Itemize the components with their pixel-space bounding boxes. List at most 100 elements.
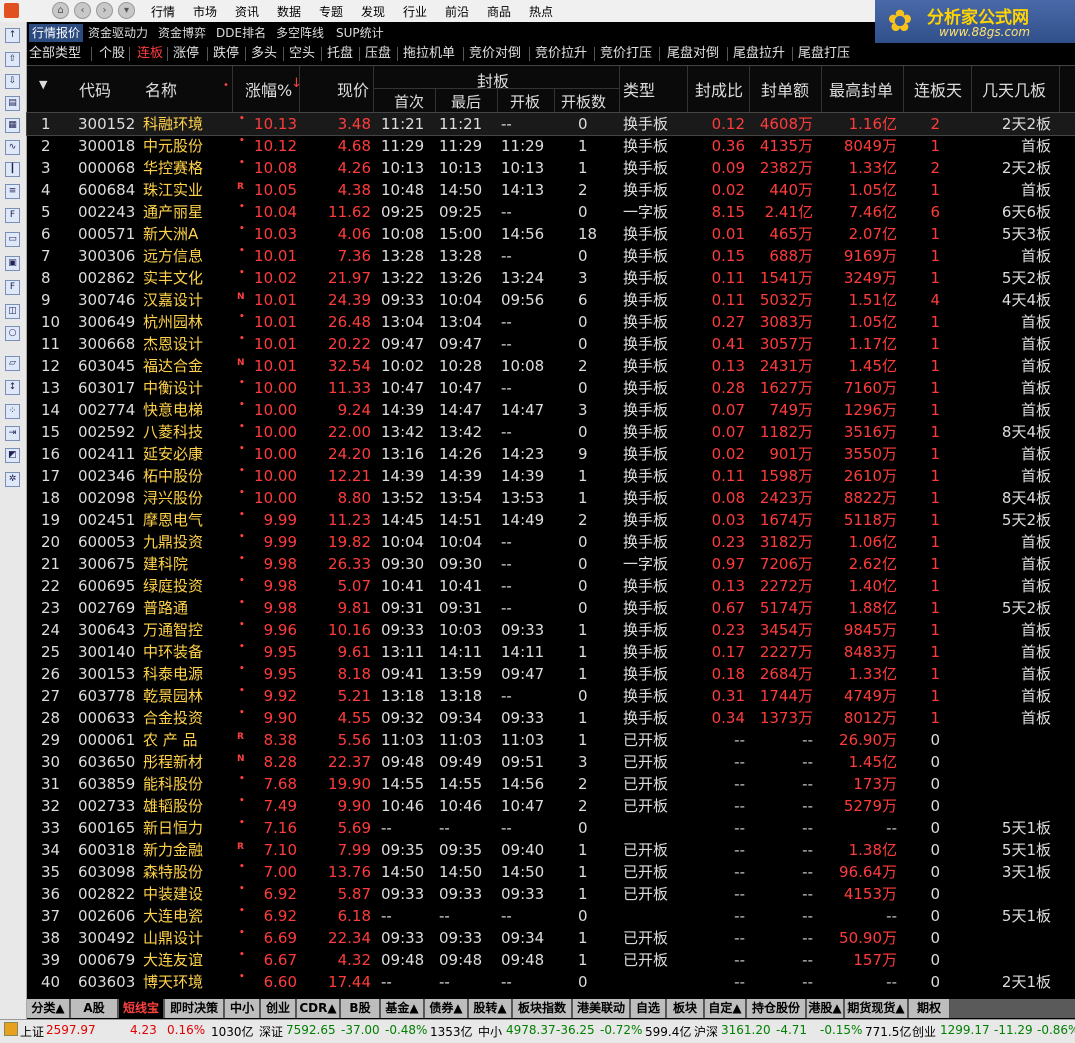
col-days-boards[interactable]: 几天几板 xyxy=(982,77,1046,101)
bottom-tab[interactable]: 即时决策 xyxy=(165,999,224,1018)
bottom-tab[interactable]: A股 xyxy=(71,999,118,1018)
line-chart-icon[interactable]: ∿ xyxy=(5,140,20,155)
bottom-tab[interactable]: 期货现货▲ xyxy=(845,999,908,1018)
col-seal-ratio[interactable]: 封成比 xyxy=(695,77,743,101)
layers-icon[interactable]: ◩ xyxy=(5,448,20,463)
col-open-count[interactable]: 开板数 xyxy=(561,91,606,112)
up-arrow-icon[interactable]: ↑ xyxy=(5,28,20,43)
forward-icon[interactable]: › xyxy=(96,2,113,19)
col-seal-amount[interactable]: 封单额 xyxy=(761,77,809,101)
menu-item-frontier[interactable]: 前沿 xyxy=(445,3,469,20)
table-row[interactable]: 15 002592 八菱科技 10.00 22.00 13:42 13:42 -- 0 换手板 0.… xyxy=(27,421,1075,443)
table-row[interactable]: 1 300152 科融环境 10.13 3.48 11:21 11:21 -- 0 换手板 0.12… xyxy=(26,112,1075,136)
menu-item-commodity[interactable]: 商品 xyxy=(487,3,511,20)
table-row[interactable]: 16 002411 延安必康 10.00 24.20 13:16 14:26 14:23 9 换手… xyxy=(27,443,1075,465)
import-icon[interactable]: ⇥ xyxy=(5,426,20,441)
col-pct[interactable]: 涨幅% xyxy=(245,77,292,101)
table-row[interactable]: 9 300746 汉嘉设计 10.01 24.39 09:33 10:04 09:56 6 换手板… xyxy=(27,289,1075,311)
menu-item-market[interactable]: 市场 xyxy=(193,3,217,20)
table-row[interactable]: 19 002451 摩恩电气 9.99 11.23 14:45 14:51 14:49 2 换手板… xyxy=(27,509,1075,531)
sh-label[interactable]: 上证 xyxy=(20,1023,44,1040)
tab-close-swap[interactable]: 尾盘对倒 xyxy=(667,45,719,63)
table-row[interactable]: 36 002822 中装建设 6.92 5.87 09:33 09:33 09:33 1 已开板 -… xyxy=(27,883,1075,905)
tab-limit-up[interactable]: 涨停 xyxy=(173,45,199,63)
tab-consecutive[interactable]: 连板 xyxy=(137,45,163,63)
bottom-tab[interactable]: 港股▲ xyxy=(807,999,844,1018)
document-icon[interactable]: ▭ xyxy=(5,232,20,247)
tab-close-pull[interactable]: 尾盘拉升 xyxy=(733,45,785,63)
table-row[interactable]: 26 300153 科泰电源 9.95 8.18 09:41 13:59 09:47 1 换手板 0… xyxy=(27,663,1075,685)
tab-fund-drive[interactable]: 资金驱动力 xyxy=(85,24,151,42)
tab-auction-swap[interactable]: 竞价对倒 xyxy=(469,45,521,63)
menu-item-data[interactable]: 数据 xyxy=(277,3,301,20)
table-row[interactable]: 17 002346 柘中股份 10.00 12.21 14:39 14:39 14:39 1 换手… xyxy=(27,465,1075,487)
menu-item-discover[interactable]: 发现 xyxy=(361,3,385,20)
table-row[interactable]: 31 603859 能科股份 7.68 19.90 14:55 14:55 14:56 2 已开板… xyxy=(27,773,1075,795)
table-row[interactable]: 27 603778 乾景园林 9.92 5.21 13:18 13:18 -- 0 换手板 0.31… xyxy=(27,685,1075,707)
col-code[interactable]: 代码 xyxy=(79,77,111,101)
table-row[interactable]: 29 000061 农 产 品 8.38 5.56 11:03 11:03 11:03 1 已开板… xyxy=(27,729,1075,751)
table-row[interactable]: 35 603098 森特股份 7.00 13.76 14:50 14:50 14:50 1 已开板… xyxy=(27,861,1075,883)
table-row[interactable]: 5 002243 通产丽星 10.04 11.62 09:25 09:25 -- 0 一字板 8.1… xyxy=(27,201,1075,223)
tab-quotes[interactable]: 行情报价 xyxy=(29,24,84,42)
table-row[interactable]: 11 300668 杰恩设计 10.01 20.22 09:47 09:47 -- 0 换手板 0.… xyxy=(27,333,1075,355)
table-row[interactable]: 21 300675 建科院 9.98 26.33 09:30 09:30 -- 0 一字板 0.97… xyxy=(27,553,1075,575)
table-icon[interactable]: ≡ xyxy=(5,184,20,199)
table-row[interactable]: 23 002769 普路通 9.98 9.81 09:31 09:31 -- 0 换手板 0.67 5… xyxy=(27,597,1075,619)
f10-icon[interactable]: F xyxy=(5,208,20,223)
col-open[interactable]: 开板 xyxy=(510,91,540,112)
tab-support[interactable]: 托盘 xyxy=(327,45,353,63)
tab-bull[interactable]: 多头 xyxy=(251,45,277,63)
bottom-tab[interactable]: 股转▲ xyxy=(469,999,512,1018)
bottom-tab[interactable]: 自定▲ xyxy=(705,999,746,1018)
sort-icon[interactable]: ↕ xyxy=(5,380,20,395)
table-row[interactable]: 39 000679 大连友谊 6.67 4.32 09:48 09:48 09:48 1 已开板 -… xyxy=(27,949,1075,971)
sort-dropdown-icon[interactable]: ▼ xyxy=(39,78,47,91)
table-row[interactable]: 37 002606 大连电瓷 6.92 6.18 -- -- -- 0 -- -- -- 0 5天1板 • xyxy=(27,905,1075,927)
table-row[interactable]: 25 300140 中环装备 9.95 9.61 13:11 14:11 14:11 1 换手板 0… xyxy=(27,641,1075,663)
bottom-tab[interactable]: 债券▲ xyxy=(425,999,468,1018)
circle-icon[interactable]: ○ xyxy=(5,326,20,341)
table-row[interactable]: 8 002862 实丰文化 10.02 21.97 13:22 13:26 13:24 3 换手板… xyxy=(27,267,1075,289)
table-row[interactable]: 34 600318 新力金融 7.10 7.99 09:35 09:35 09:40 1 已开板 -… xyxy=(27,839,1075,861)
table-row[interactable]: 24 300643 万通智控 9.96 10.16 09:33 10:03 09:33 1 换手板… xyxy=(27,619,1075,641)
table-row[interactable]: 28 000633 合金投资 9.90 4.55 09:32 09:34 09:33 1 换手板 0… xyxy=(27,707,1075,729)
tab-all-types[interactable]: 全部类型 xyxy=(29,45,81,63)
hs-label[interactable]: 沪深 xyxy=(694,1023,718,1040)
f2-icon[interactable]: F xyxy=(5,280,20,295)
table-row[interactable]: 13 603017 中衡设计 10.00 11.33 10:47 10:47 -- 0 换手板 0.… xyxy=(27,377,1075,399)
menu-item-topics[interactable]: 专题 xyxy=(319,3,343,20)
table-row[interactable]: 6 000571 新大洲A 10.03 4.06 10:08 15:00 14:56 18 换手板… xyxy=(27,223,1075,245)
bottom-tab[interactable]: CDR▲ xyxy=(297,999,340,1018)
bottom-tab[interactable]: 港美联动 xyxy=(573,999,630,1018)
bottom-tab[interactable]: 板块指数 xyxy=(513,999,572,1018)
menu-item-quotes[interactable]: 行情 xyxy=(151,3,175,20)
table-row[interactable]: 22 600695 绿庭投资 9.98 5.07 10:41 10:41 -- 0 换手板 0.13… xyxy=(27,575,1075,597)
table-row[interactable]: 4 600684 珠江实业 10.05 4.38 10:48 14:50 14:13 2 换手板 0… xyxy=(27,179,1075,201)
col-max-seal[interactable]: 最高封单 xyxy=(829,77,893,101)
table-row[interactable]: 10 300649 杭州园林 10.01 26.48 13:04 13:04 -- 0 换手板 0.… xyxy=(27,311,1075,333)
tab-auction-push[interactable]: 竞价打压 xyxy=(600,45,652,63)
table-row[interactable]: 32 002733 雄韬股份 7.49 9.90 10:46 10:46 10:47 2 已开板 -… xyxy=(27,795,1075,817)
bottom-tab[interactable]: 分类▲ xyxy=(27,999,70,1018)
col-consecutive-days[interactable]: 连板天 xyxy=(914,77,962,101)
bottom-tab[interactable]: 自选 xyxy=(631,999,666,1018)
tab-fund-game[interactable]: 资金博弈 xyxy=(155,24,209,42)
table-row[interactable]: 2 300018 中元股份 10.12 4.68 11:29 11:29 11:29 1 换手板 0… xyxy=(27,135,1075,157)
bottom-tab[interactable]: 基金▲ xyxy=(381,999,424,1018)
table-row[interactable]: 40 603603 博天环境 6.60 17.44 -- -- -- 0 -- -- -- 0 2天1板 • xyxy=(27,971,1075,993)
table-row[interactable]: 38 300492 山鼎设计 6.69 22.34 09:33 09:33 09:34 1 已开板… xyxy=(27,927,1075,949)
down-icon[interactable]: ⇩ xyxy=(5,74,20,89)
back-icon[interactable]: ‹ xyxy=(74,2,91,19)
tab-long-short[interactable]: 多空阵线 xyxy=(273,24,327,42)
table-row[interactable]: 18 002098 浔兴股份 10.00 8.80 13:52 13:54 13:53 1 换手板… xyxy=(27,487,1075,509)
up-icon[interactable]: ⇧ xyxy=(5,52,20,67)
dropdown-icon[interactable]: ▾ xyxy=(118,2,135,19)
grid-icon[interactable]: ▦ xyxy=(5,118,20,133)
bottom-tab[interactable]: B股 xyxy=(341,999,380,1018)
menu-item-news[interactable]: 资讯 xyxy=(235,3,259,20)
dice-icon[interactable]: ⁘ xyxy=(5,404,20,419)
report-icon[interactable]: ▤ xyxy=(5,96,20,111)
menu-item-hotspot[interactable]: 热点 xyxy=(529,3,553,20)
table-row[interactable]: 33 600165 新日恒力 7.16 5.69 -- -- -- 0 -- -- -- 0 5天1板 • xyxy=(27,817,1075,839)
